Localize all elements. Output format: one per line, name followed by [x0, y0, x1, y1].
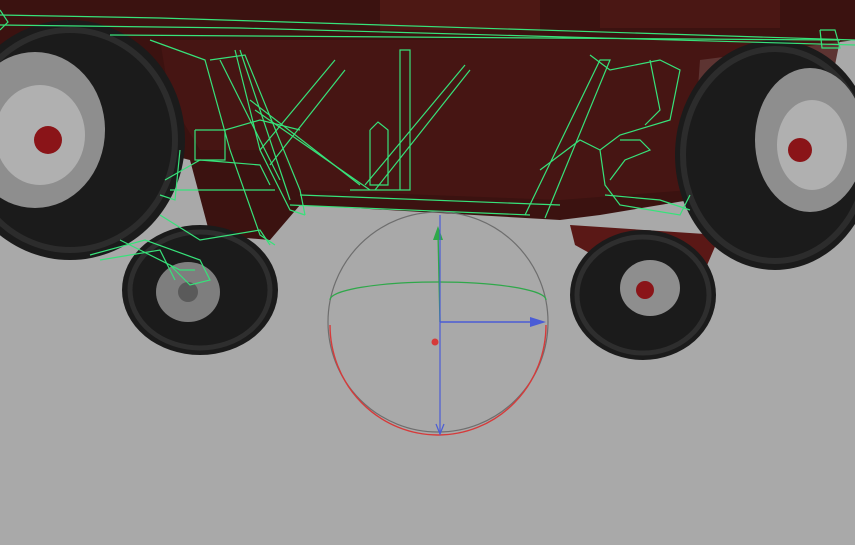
hub: [34, 126, 62, 154]
hub: [788, 138, 812, 162]
gizmo-pivot-icon[interactable]: [431, 338, 439, 346]
3d-viewport[interactable]: [0, 0, 855, 545]
gizmo-y-arrow-icon[interactable]: [433, 226, 443, 240]
bed-plank-highlight: [600, 0, 780, 28]
scene-render: [0, 0, 855, 436]
hub: [636, 281, 654, 299]
wheel-front-inner[interactable]: [122, 225, 278, 355]
hub: [178, 282, 198, 302]
gizmo-x-arrow-icon[interactable]: [530, 317, 546, 327]
gizmo-y-ring[interactable]: [329, 281, 547, 301]
rim-inner: [777, 100, 847, 190]
wheel-rear-inner[interactable]: [570, 230, 716, 360]
rotate-gizmo[interactable]: [327, 211, 549, 436]
